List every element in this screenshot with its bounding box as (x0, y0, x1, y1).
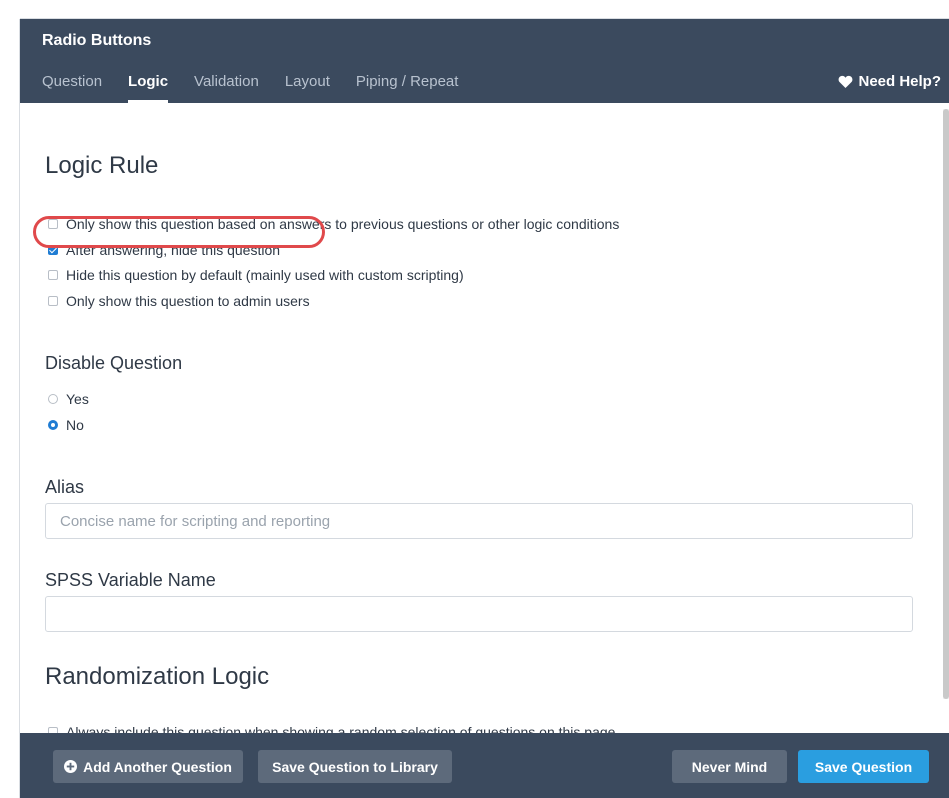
checkbox-show-based-on-answers[interactable] (48, 219, 58, 229)
alias-input[interactable] (45, 503, 913, 539)
add-another-question-label: Add Another Question (83, 758, 232, 775)
randomization-heading: Randomization Logic (45, 663, 270, 690)
tab-layout[interactable]: Layout (285, 73, 330, 103)
dialog-title: Radio Buttons (42, 32, 152, 49)
logic-tab-content: Logic Rule Only show this question based… (20, 103, 949, 733)
logic-option-hide-after-answering[interactable]: After answering, hide this question (48, 242, 280, 258)
tab-validation[interactable]: Validation (194, 73, 259, 103)
question-editor-dialog: Radio Buttons Question Logic Validation … (20, 19, 949, 798)
randomization-option-always-include[interactable]: Always include this question when showin… (48, 724, 615, 733)
tab-question[interactable]: Question (42, 73, 102, 103)
save-question-button[interactable]: Save Question (798, 750, 929, 783)
logic-option-hide-by-default[interactable]: Hide this question by default (mainly us… (48, 267, 464, 283)
disable-option-no[interactable]: No (48, 417, 84, 433)
save-to-library-button[interactable]: Save Question to Library (258, 750, 452, 783)
add-another-question-button[interactable]: Add Another Question (53, 750, 243, 783)
checkbox-hide-by-default[interactable] (48, 270, 58, 280)
logic-option-label: Hide this question by default (mainly us… (66, 267, 464, 283)
checkbox-hide-after-answering[interactable] (48, 245, 58, 255)
content-scrollbar[interactable] (943, 109, 949, 699)
randomization-option-label: Always include this question when showin… (66, 724, 616, 733)
spss-variable-label: SPSS Variable Name (45, 570, 216, 590)
tab-piping-repeat[interactable]: Piping / Repeat (356, 73, 459, 103)
logic-option-label: Only show this question based on answers… (66, 216, 620, 232)
dialog-header: Radio Buttons Question Logic Validation … (20, 19, 949, 103)
logic-option-label: Only show this question to admin users (66, 293, 310, 309)
spss-variable-input[interactable] (45, 596, 913, 632)
plus-circle-icon (64, 760, 78, 773)
logic-option-label: After answering, hide this question (66, 242, 281, 258)
checkbox-admin-only[interactable] (48, 296, 58, 306)
heart-icon (839, 75, 853, 88)
radio-no[interactable] (48, 420, 58, 430)
disable-option-label: Yes (66, 391, 89, 407)
disable-question-heading: Disable Question (45, 353, 183, 373)
logic-rule-heading: Logic Rule (45, 152, 159, 179)
never-mind-button[interactable]: Never Mind (672, 750, 787, 783)
logic-option-show-based-on-answers[interactable]: Only show this question based on answers… (48, 216, 619, 232)
logic-option-admin-only[interactable]: Only show this question to admin users (48, 293, 310, 309)
need-help-label: Need Help? (858, 73, 941, 90)
radio-yes[interactable] (48, 394, 58, 404)
disable-option-label: No (66, 417, 84, 433)
disable-option-yes[interactable]: Yes (48, 391, 89, 407)
scrollbar-thumb[interactable] (943, 109, 949, 699)
need-help-link[interactable]: Need Help? (838, 73, 941, 90)
alias-label: Alias (45, 477, 85, 497)
tab-logic[interactable]: Logic (128, 73, 169, 103)
dialog-footer: Add Another Question Save Question to Li… (20, 733, 949, 798)
tab-bar: Question Logic Validation Layout Piping … (42, 73, 484, 103)
